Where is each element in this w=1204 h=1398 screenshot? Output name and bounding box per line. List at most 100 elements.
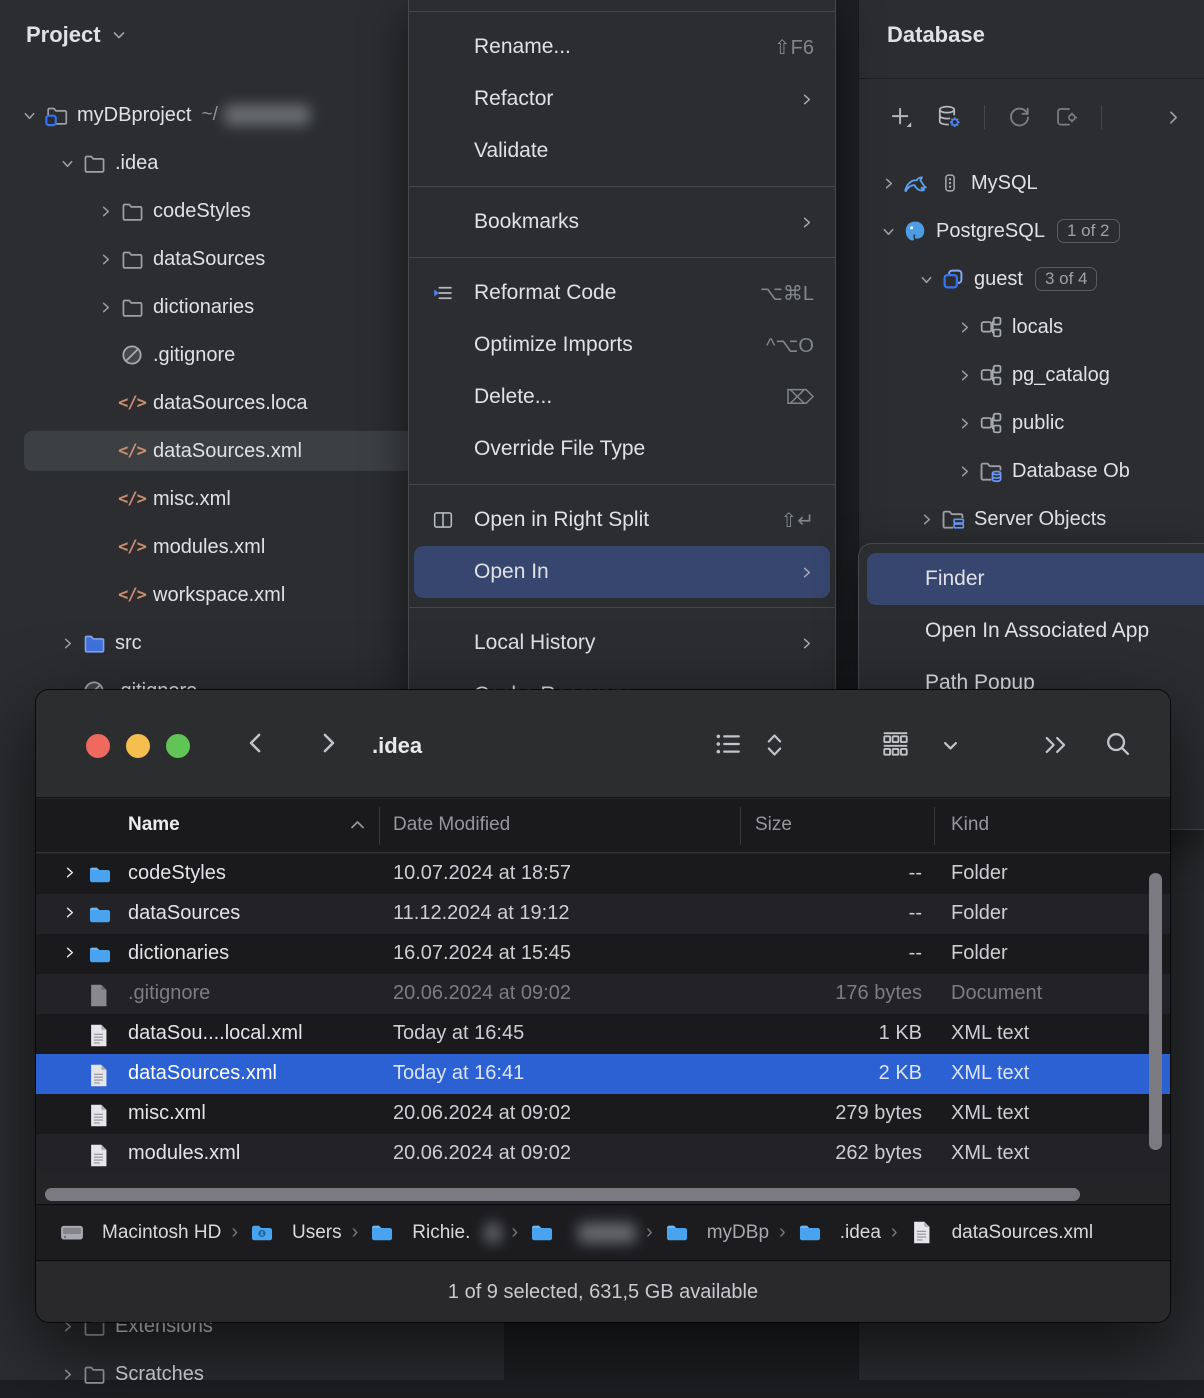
menu-item-optimize-imports[interactable]: Optimize Imports^⌥O [414,319,830,371]
chevron-collapsed-icon[interactable] [951,368,977,383]
path-segment-mydbp[interactable]: myDBp [663,1221,769,1245]
refresh-icon[interactable] [1007,105,1032,130]
tree-item-locals[interactable]: locals [859,303,1204,351]
vertical-scrollbar[interactable] [1149,873,1162,1150]
back-icon[interactable] [241,728,271,758]
finder-titlebar[interactable]: .idea [36,690,1170,798]
column-header-name[interactable]: Name [128,814,180,836]
menu-item-label: Reformat Code [474,281,740,305]
file-size: -- [676,902,922,925]
tree-item-postgresql[interactable]: PostgreSQL1 of 2 [859,207,1204,255]
column-header-kind[interactable]: Kind [951,814,989,836]
chevron-right-icon[interactable] [1165,109,1182,126]
forward-icon[interactable] [313,728,343,758]
chevron-collapsed-icon[interactable] [951,320,977,335]
column-divider[interactable] [934,807,935,845]
finder-row-codestyles[interactable]: codeStyles10.07.2024 at 18:57--Folder [36,854,1170,894]
chevron-collapsed-icon[interactable] [951,464,977,479]
path-segment-blurred[interactable] [528,1221,636,1245]
chevron-collapsed-icon[interactable] [913,512,939,527]
menu-item-local-history[interactable]: Local History [414,617,830,669]
chevron-collapsed-icon[interactable] [875,176,901,191]
tree-item-public[interactable]: public [859,399,1204,447]
search-icon[interactable] [1104,730,1132,758]
date-modified: 10.07.2024 at 18:57 [393,862,571,885]
chevron-collapsed-icon[interactable] [54,1367,80,1382]
view-switcher-icon[interactable] [765,731,784,759]
chevron-collapsed-icon[interactable] [62,865,77,880]
finder-row-modules-xml[interactable]: modules.xml20.06.2024 at 09:02262 bytesX… [36,1134,1170,1174]
path-segment-datasources-xml[interactable]: dataSources.xml [908,1220,1094,1245]
menu-item-bookmarks[interactable]: Bookmarks [414,196,830,248]
zoom-button[interactable] [166,734,190,758]
chevron-collapsed-icon[interactable] [92,204,118,219]
minimize-button[interactable] [126,734,150,758]
list-view-icon[interactable] [714,730,742,758]
horizontal-scrollbar[interactable] [45,1188,1080,1201]
disconnect-icon[interactable] [1054,105,1079,130]
more-icon[interactable] [1041,733,1071,757]
finder-row-dictionaries[interactable]: dictionaries16.07.2024 at 15:45--Folder [36,934,1170,974]
tree-item-database-ob[interactable]: Database Ob [859,447,1204,495]
menu-item-open-in-right-split[interactable]: Open in Right Split⇧↵ [414,494,830,546]
menu-item-delete-[interactable]: Delete...⌦ [414,371,830,423]
doc-text-icon [88,1143,109,1168]
path-segment-richie-[interactable]: Richie. [368,1221,501,1245]
finder-row-datasources[interactable]: dataSources11.12.2024 at 19:12--Folder [36,894,1170,934]
chevron-collapsed-icon[interactable] [54,636,80,651]
toolbar-divider [1101,105,1102,129]
submenu-item-open-in-associated-app[interactable]: Open In Associated App [867,605,1204,657]
data-source-settings-icon[interactable] [936,104,962,130]
column-divider[interactable] [740,807,741,845]
chevron-down-icon[interactable] [941,736,960,755]
column-header-size[interactable]: Size [755,814,792,836]
finder-status-bar: 1 of 9 selected, 631,5 GB available [36,1262,1170,1322]
column-header-date[interactable]: Date Modified [393,814,510,836]
database-panel-header: Database [887,22,985,48]
chevron-collapsed-icon[interactable] [62,905,77,920]
project-panel-header[interactable]: Project [26,22,127,48]
menu-item-shortcut: ⌥⌘L [760,281,814,306]
path-segment--idea[interactable]: .idea [796,1221,881,1245]
folder-icon [118,248,146,271]
chevron-collapsed-icon[interactable] [951,416,977,431]
chevron-collapsed-icon[interactable] [62,945,77,960]
finder-row-datasou-local-xml[interactable]: dataSou....local.xmlToday at 16:451 KBXM… [36,1014,1170,1054]
menu-item-refactor[interactable]: Refactor [414,73,830,125]
date-modified: Today at 16:41 [393,1062,524,1085]
tree-item-scratches[interactable]: Scratches [0,1350,504,1398]
finder-row-datasources-xml[interactable]: dataSources.xmlToday at 16:412 KBXML tex… [36,1054,1170,1094]
menu-item-reformat-code[interactable]: Reformat Code ⌥⌘L [414,267,830,319]
path-segment-macintosh-hd[interactable]: Macintosh HD [58,1221,221,1245]
menu-item-rename-[interactable]: Rename...⇧F6 [414,21,830,73]
chevron-expanded-icon[interactable] [913,272,939,287]
file-kind: XML text [951,1102,1029,1125]
mysql-icon [901,171,929,196]
group-icon[interactable] [881,730,910,759]
chevron-collapsed-icon[interactable] [92,252,118,267]
count-badge: 1 of 2 [1057,219,1120,243]
file-size: -- [676,862,922,885]
chevron-expanded-icon[interactable] [16,108,42,123]
chevron-collapsed-icon[interactable] [92,300,118,315]
chevron-expanded-icon[interactable] [54,156,80,171]
menu-item-open-in[interactable]: Open In [414,546,830,598]
folder-db-icon [977,459,1005,483]
chevron-expanded-icon[interactable] [875,224,901,239]
finder-row--gitignore[interactable]: .gitignore20.06.2024 at 09:02176 bytesDo… [36,974,1170,1014]
path-segment-users[interactable]: Users [248,1221,342,1245]
folder-mac-icon [796,1221,824,1245]
tree-item-guest[interactable]: guest3 of 4 [859,255,1204,303]
tree-item-mysql[interactable]: MySQL [859,159,1204,207]
column-divider[interactable] [379,807,380,845]
submenu-item-finder[interactable]: Finder [867,553,1204,605]
menu-item-validate[interactable]: Validate [414,125,830,177]
tree-item-pg-catalog[interactable]: pg_catalog [859,351,1204,399]
menu-item-override-file-type[interactable]: Override File Type [414,423,830,475]
finder-row-misc-xml[interactable]: misc.xml20.06.2024 at 09:02279 bytesXML … [36,1094,1170,1134]
add-icon[interactable] [889,105,914,130]
close-button[interactable] [86,734,110,758]
tree-item-server-objects[interactable]: Server Objects [859,495,1204,543]
folder-icon [88,863,112,887]
file-size: 262 bytes [676,1142,922,1165]
